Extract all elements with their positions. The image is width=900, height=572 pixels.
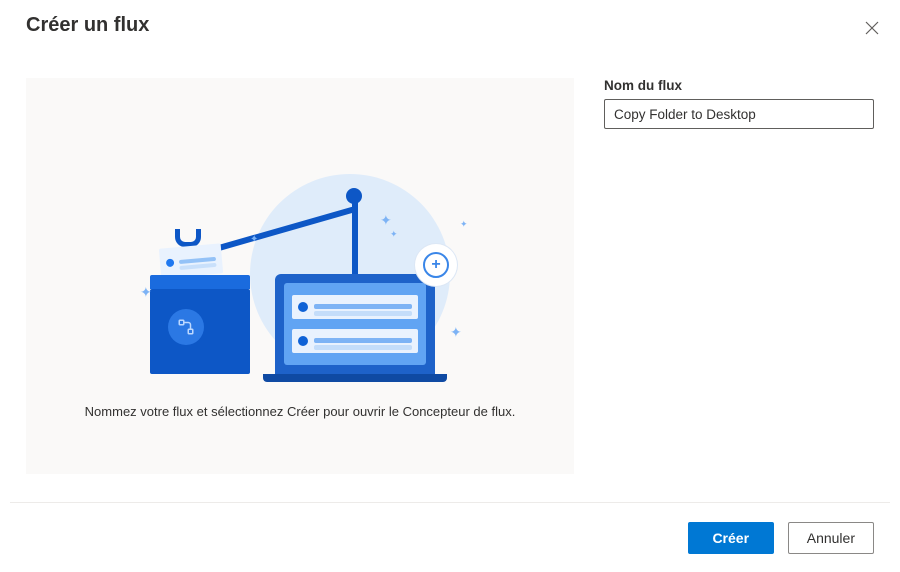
dialog-title: Créer un flux <box>26 14 149 37</box>
flow-name-input[interactable] <box>604 99 874 129</box>
dialog-content: + ✦✦ ✦✦ ✦✦ Nommez votre flux et sélectio… <box>26 78 874 474</box>
create-flow-dialog: Créer un flux <box>0 0 900 572</box>
flow-illustration: + ✦✦ ✦✦ ✦✦ <box>130 174 470 384</box>
flow-icon <box>168 309 204 345</box>
plus-badge: + <box>415 244 457 286</box>
dialog-footer: Créer Annuler <box>10 502 890 572</box>
close-icon <box>865 21 879 35</box>
create-button[interactable]: Créer <box>688 522 774 554</box>
close-button[interactable] <box>862 18 882 38</box>
preview-panel: + ✦✦ ✦✦ ✦✦ Nommez votre flux et sélectio… <box>26 78 574 474</box>
form-panel: Nom du flux <box>604 78 874 474</box>
preview-caption: Nommez votre flux et sélectionnez Créer … <box>85 404 516 419</box>
plus-icon: + <box>423 252 449 278</box>
cancel-button[interactable]: Annuler <box>788 522 874 554</box>
flow-name-label: Nom du flux <box>604 78 874 93</box>
